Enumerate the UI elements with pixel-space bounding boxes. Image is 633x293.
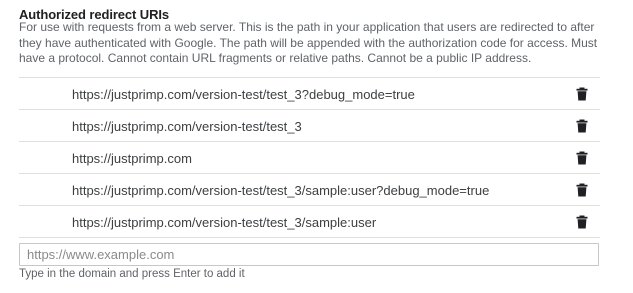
new-uri-field-wrapper [19, 243, 599, 266]
redirect-uri-list: https://justprimp.com/version-test/test_… [19, 77, 600, 238]
redirect-uri-value: https://justprimp.com/version-test/test_… [72, 87, 415, 102]
trash-icon[interactable] [575, 151, 589, 165]
list-item: https://justprimp.com [19, 142, 600, 174]
redirect-uri-value: https://justprimp.com/version-test/test_… [72, 215, 377, 230]
trash-icon[interactable] [575, 119, 589, 133]
trash-icon[interactable] [575, 215, 589, 229]
input-hint: Type in the domain and press Enter to ad… [19, 268, 245, 280]
list-item: https://justprimp.com/version-test/test_… [19, 78, 600, 110]
redirect-uri-value: https://justprimp.com/version-test/test_… [72, 183, 490, 198]
redirect-uri-value: https://justprimp.com/version-test/test_… [72, 119, 302, 134]
list-item: https://justprimp.com/version-test/test_… [19, 174, 600, 206]
new-redirect-uri-input[interactable] [20, 244, 598, 265]
section-description: For use with requests from a web server.… [19, 20, 598, 65]
redirect-uri-value: https://justprimp.com [72, 151, 192, 166]
trash-icon[interactable] [575, 87, 589, 101]
list-item: https://justprimp.com/version-test/test_… [19, 110, 600, 142]
list-item: https://justprimp.com/version-test/test_… [19, 206, 600, 238]
trash-icon[interactable] [575, 183, 589, 197]
